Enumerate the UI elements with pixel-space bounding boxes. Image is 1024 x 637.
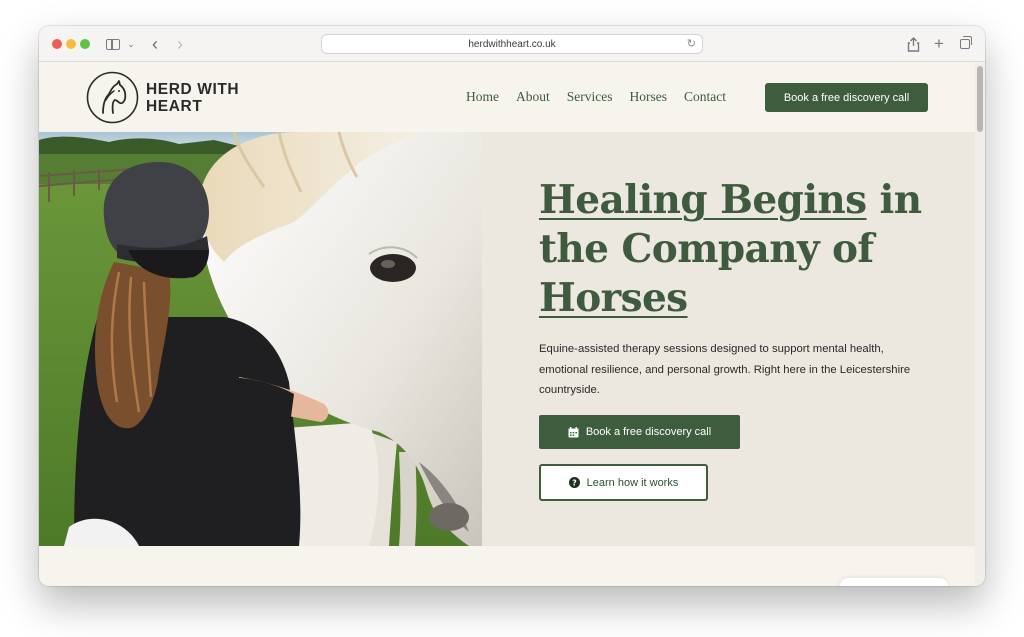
horse-head-logo-icon xyxy=(86,71,139,124)
header-book-call-button[interactable]: Book a free discovery call xyxy=(765,83,928,112)
floating-card xyxy=(840,578,948,586)
nav-services[interactable]: Services xyxy=(567,89,613,105)
nav-about[interactable]: About xyxy=(516,89,550,105)
url-text: herdwithheart.co.uk xyxy=(468,38,556,50)
hero-section: Healing Begins in the Company of Horses … xyxy=(39,132,975,546)
forward-arrow-icon[interactable]: › xyxy=(173,34,187,54)
hero-title-underlined-part: Healing Begins xyxy=(539,177,867,223)
question-circle-icon: ? xyxy=(568,477,580,488)
address-bar[interactable]: herdwithheart.co.uk ↻ xyxy=(321,34,703,54)
zoom-window-button[interactable] xyxy=(80,39,90,49)
new-tab-icon[interactable]: + xyxy=(932,34,946,54)
book-discovery-call-label: Book a free discovery call xyxy=(585,426,712,438)
main-nav: Home About Services Horses Contact xyxy=(466,89,743,105)
logo-text: HERD WITH HEART xyxy=(146,81,239,115)
reload-icon[interactable]: ↻ xyxy=(687,37,696,50)
page-viewport: HERD WITH HEART Home About Services Hors… xyxy=(39,63,985,586)
share-icon[interactable] xyxy=(906,34,920,54)
browser-window: ⌄ ‹ › herdwithheart.co.uk ↻ + HERD WITH xyxy=(39,26,985,586)
chevron-down-icon[interactable]: ⌄ xyxy=(126,34,136,54)
logo-line-2: HEART xyxy=(146,97,203,115)
minimize-window-button[interactable] xyxy=(66,39,76,49)
back-arrow-icon[interactable]: ‹ xyxy=(148,34,162,54)
calendar-icon xyxy=(568,426,579,438)
scrollbar-thumb[interactable] xyxy=(977,66,983,132)
nav-home[interactable]: Home xyxy=(466,89,499,105)
hero-description: Equine-assisted therapy sessions designe… xyxy=(539,343,911,396)
next-section xyxy=(39,546,975,586)
browser-toolbar: ⌄ ‹ › herdwithheart.co.uk ↻ + xyxy=(39,26,985,62)
svg-text:?: ? xyxy=(572,478,577,487)
book-discovery-call-button[interactable]: Book a free discovery call xyxy=(539,415,740,449)
hero-photo-girl-hugging-horse xyxy=(39,132,482,546)
tab-overview-icon[interactable] xyxy=(958,34,972,54)
logo-line-1: HERD WITH xyxy=(146,80,240,98)
learn-how-it-works-label: Learn how it works xyxy=(586,476,679,489)
hero-title: Healing Begins in the Company of Horses xyxy=(539,176,939,323)
site-logo[interactable]: HERD WITH HEART xyxy=(86,71,239,124)
site-header: HERD WITH HEART Home About Services Hors… xyxy=(39,63,975,132)
hero-title-horses: Horses xyxy=(539,275,688,321)
nav-contact[interactable]: Contact xyxy=(684,89,726,105)
page-scrollbar[interactable] xyxy=(975,63,985,586)
close-window-button[interactable] xyxy=(52,39,62,49)
learn-how-it-works-button[interactable]: ? Learn how it works xyxy=(539,464,708,501)
nav-horses[interactable]: Horses xyxy=(629,89,667,105)
sidebar-toggle-icon[interactable] xyxy=(105,34,121,54)
hero-content: Healing Begins in the Company of Horses … xyxy=(539,176,939,501)
